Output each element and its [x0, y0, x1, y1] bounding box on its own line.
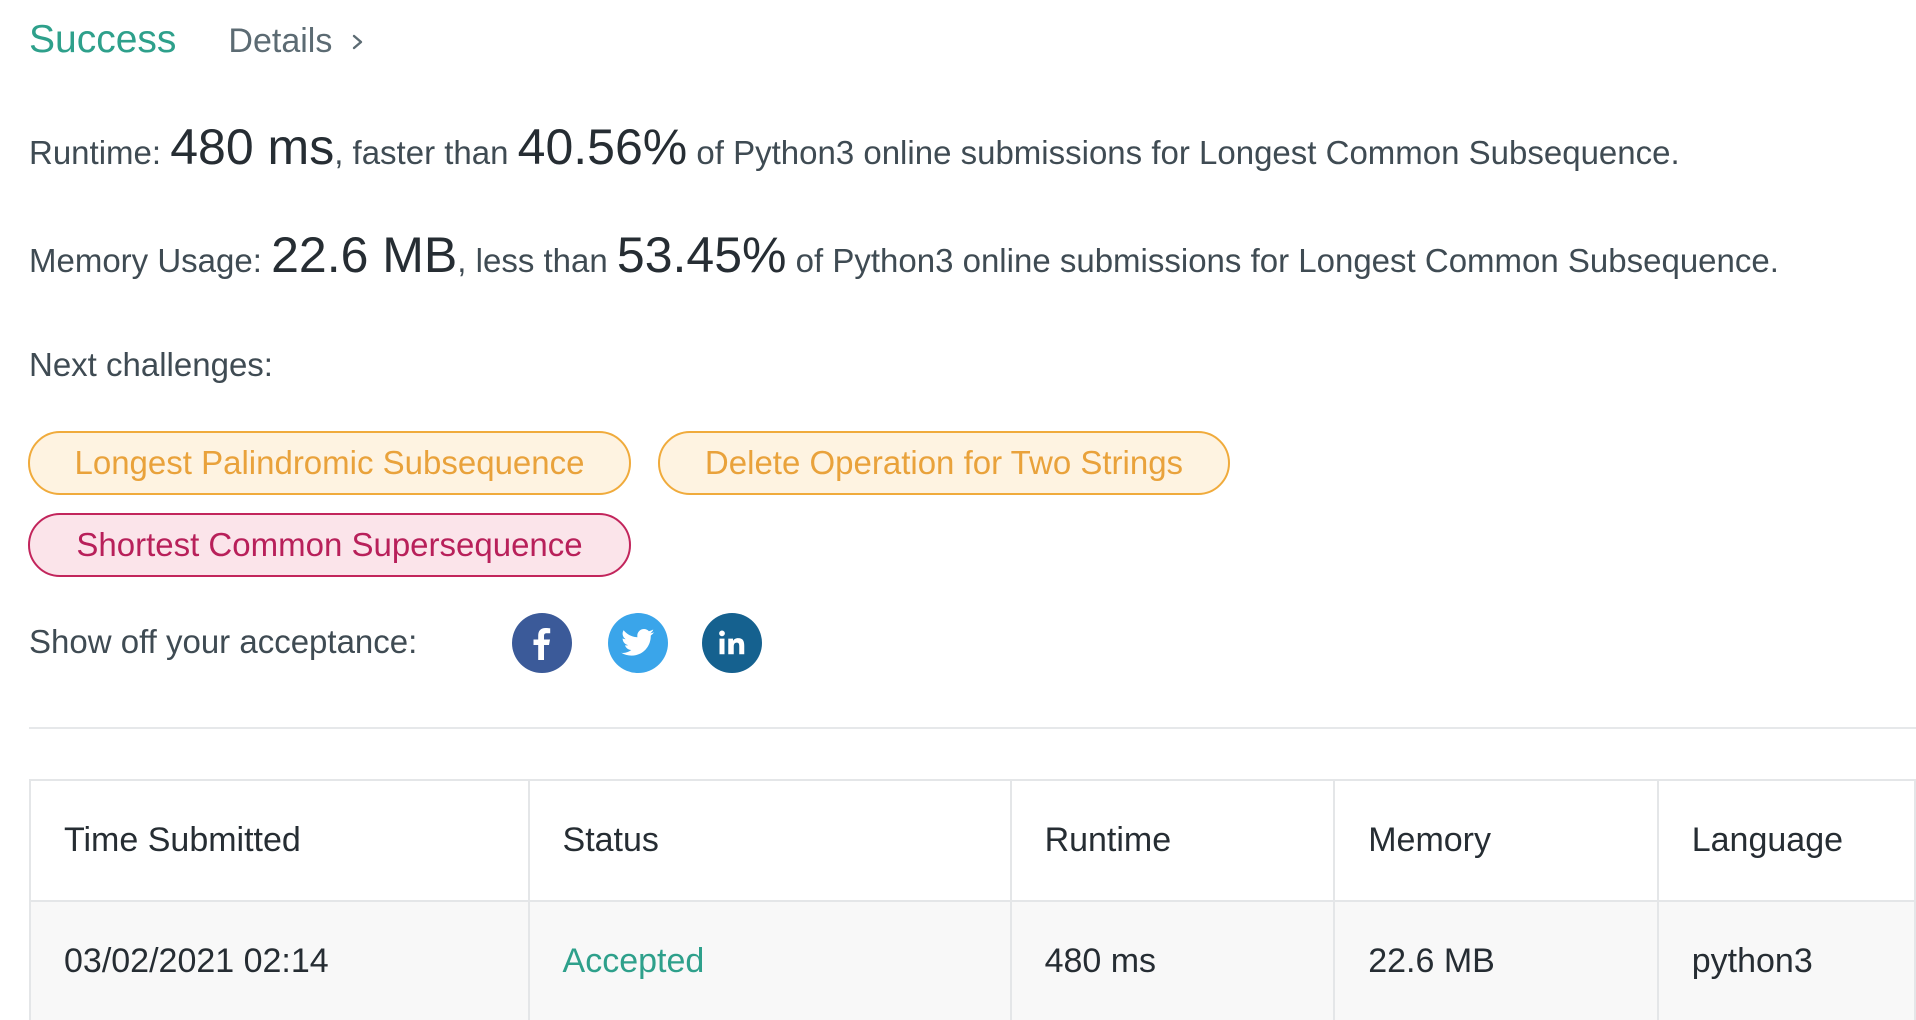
memory-value: 22.6 MB — [271, 227, 458, 283]
next-challenges-label: Next challenges: — [29, 346, 273, 383]
facebook-icon — [533, 628, 551, 660]
submissions-table: Time Submitted Status Runtime Memory Lan… — [29, 779, 1916, 1020]
chevron-right-icon — [353, 34, 363, 49]
runtime-suffix: of Python3 online submissions for Longes… — [696, 134, 1680, 171]
col-header-runtime[interactable]: Runtime — [1009, 779, 1336, 902]
memory-comparison: , less than — [457, 242, 608, 279]
linkedin-icon — [719, 630, 745, 655]
submission-result-page: Success Details Runtime: 480 ms, faster … — [0, 0, 1916, 1020]
share-label: Show off your acceptance: — [29, 623, 418, 660]
section-divider — [29, 727, 1916, 729]
memory-suffix: of Python3 online submissions for Longes… — [795, 242, 1779, 279]
challenge-tag-shortest-common-supersequence[interactable]: Shortest Common Supersequence — [28, 513, 631, 577]
details-link[interactable]: Details — [228, 22, 366, 61]
runtime-percent: 40.56% — [517, 119, 688, 175]
cell-time-submitted: 03/02/2021 02:14 — [29, 900, 530, 1020]
col-header-language[interactable]: Language — [1656, 779, 1916, 902]
col-header-memory[interactable]: Memory — [1333, 779, 1659, 902]
cell-language: python3 — [1656, 900, 1916, 1020]
facebook-share-button[interactable] — [512, 613, 572, 673]
table-row: 03/02/2021 02:14 Accepted 480 ms 22.6 MB… — [29, 900, 1916, 1020]
details-label: Details — [228, 22, 333, 60]
col-header-status[interactable]: Status — [527, 779, 1012, 902]
twitter-icon — [621, 629, 655, 656]
challenge-tag-delete-operation[interactable]: Delete Operation for Two Strings — [658, 431, 1230, 495]
runtime-value: 480 ms — [170, 119, 335, 175]
twitter-share-button[interactable] — [608, 613, 668, 673]
result-header: Success Details — [29, 18, 366, 62]
status-accepted-link[interactable]: Accepted — [563, 942, 705, 980]
col-header-time-submitted[interactable]: Time Submitted — [29, 779, 530, 902]
status-title: Success — [29, 18, 177, 61]
cell-runtime: 480 ms — [1009, 900, 1336, 1020]
linkedin-share-button[interactable] — [702, 613, 762, 673]
challenge-tag-longest-palindromic-subsequence[interactable]: Longest Palindromic Subsequence — [28, 431, 631, 495]
runtime-comparison: , faster than — [334, 134, 509, 171]
cell-status: Accepted — [527, 900, 1012, 1020]
memory-percent: 53.45% — [616, 227, 787, 283]
memory-label: Memory Usage: — [29, 242, 262, 279]
runtime-label: Runtime: — [29, 134, 162, 171]
runtime-stat: Runtime: 480 ms, faster than 40.56% of P… — [29, 118, 1680, 176]
memory-stat: Memory Usage: 22.6 MB, less than 53.45% … — [29, 226, 1779, 284]
table-header-row: Time Submitted Status Runtime Memory Lan… — [29, 779, 1916, 902]
cell-memory: 22.6 MB — [1333, 900, 1659, 1020]
